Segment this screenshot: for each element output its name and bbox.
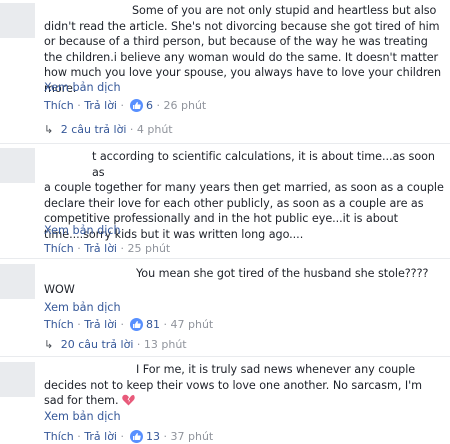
replies-timestamp: 13 phút <box>143 338 187 351</box>
see-translation-link[interactable]: Xem bản dịch <box>44 410 121 423</box>
reaction-count[interactable]: 81 <box>146 318 160 331</box>
like-link[interactable]: Thích <box>44 99 74 112</box>
reply-link[interactable]: Trả lời <box>84 430 117 443</box>
avatar[interactable] <box>0 3 35 38</box>
comment-text: You mean she got tired of the husband sh… <box>44 266 444 297</box>
reaction-count[interactable]: 13 <box>146 430 160 443</box>
replies-count-label[interactable]: 2 câu trả lời <box>61 123 127 136</box>
reply-link[interactable]: Trả lời <box>84 99 117 112</box>
thumbs-up-icon[interactable] <box>129 99 143 112</box>
reply-link[interactable]: Trả lời <box>84 242 117 255</box>
comment-body: WOW <box>44 282 75 296</box>
thumbs-up-icon[interactable] <box>129 318 143 331</box>
timestamp[interactable]: 26 phút <box>164 99 207 112</box>
like-link[interactable]: Thích <box>44 242 74 255</box>
comment-actions: Thích · Trả lời · 13 · 37 phút <box>44 430 214 443</box>
comment-lead: I For me, it is truly sad news whenever … <box>136 363 416 376</box>
comment-actions: Thích · Trả lời · 6 · 26 phút <box>44 99 207 112</box>
divider <box>0 143 450 144</box>
timestamp[interactable]: 37 phút <box>171 430 214 443</box>
comment-lead: You mean she got tired of the husband sh… <box>136 267 429 280</box>
reply-arrow-icon: ↳ <box>44 123 54 136</box>
comment-lead: t according to scientific calculations, … <box>92 150 435 179</box>
see-translation-link[interactable]: Xem bản dịch <box>44 224 121 237</box>
divider <box>0 356 450 357</box>
divider <box>0 258 450 259</box>
replies-timestamp: 4 phút <box>136 123 173 136</box>
view-replies-link[interactable]: ↳ 2 câu trả lời · 4 phút <box>44 123 173 136</box>
timestamp[interactable]: 25 phút <box>128 242 171 255</box>
avatar[interactable] <box>0 362 35 397</box>
comment-lead: Some of you are not only stupid and hear… <box>132 4 437 17</box>
reaction-count[interactable]: 6 <box>146 99 153 112</box>
thumbs-up-icon[interactable] <box>129 430 143 443</box>
avatar[interactable] <box>0 148 35 183</box>
see-translation-link[interactable]: Xem bản dịch <box>44 301 121 314</box>
view-replies-link[interactable]: ↳ 20 câu trả lời · 13 phút <box>44 338 187 351</box>
comment-actions: Thích · Trả lời · 81 · 47 phút <box>44 318 214 331</box>
replies-count-label[interactable]: 20 câu trả lời <box>61 338 134 351</box>
broken-heart-icon <box>122 394 135 406</box>
like-link[interactable]: Thích <box>44 430 74 443</box>
see-translation-link[interactable]: Xem bản dịch <box>44 81 121 94</box>
timestamp[interactable]: 47 phút <box>171 318 214 331</box>
comment-body: decides not to keep their vows to love o… <box>44 378 422 408</box>
reply-link[interactable]: Trả lời <box>84 318 117 331</box>
avatar[interactable] <box>0 264 35 299</box>
reply-arrow-icon: ↳ <box>44 338 54 351</box>
comment-actions: Thích · Trả lời · 25 phút <box>44 242 171 255</box>
like-link[interactable]: Thích <box>44 318 74 331</box>
comment-text: I For me, it is truly sad news whenever … <box>44 362 444 409</box>
